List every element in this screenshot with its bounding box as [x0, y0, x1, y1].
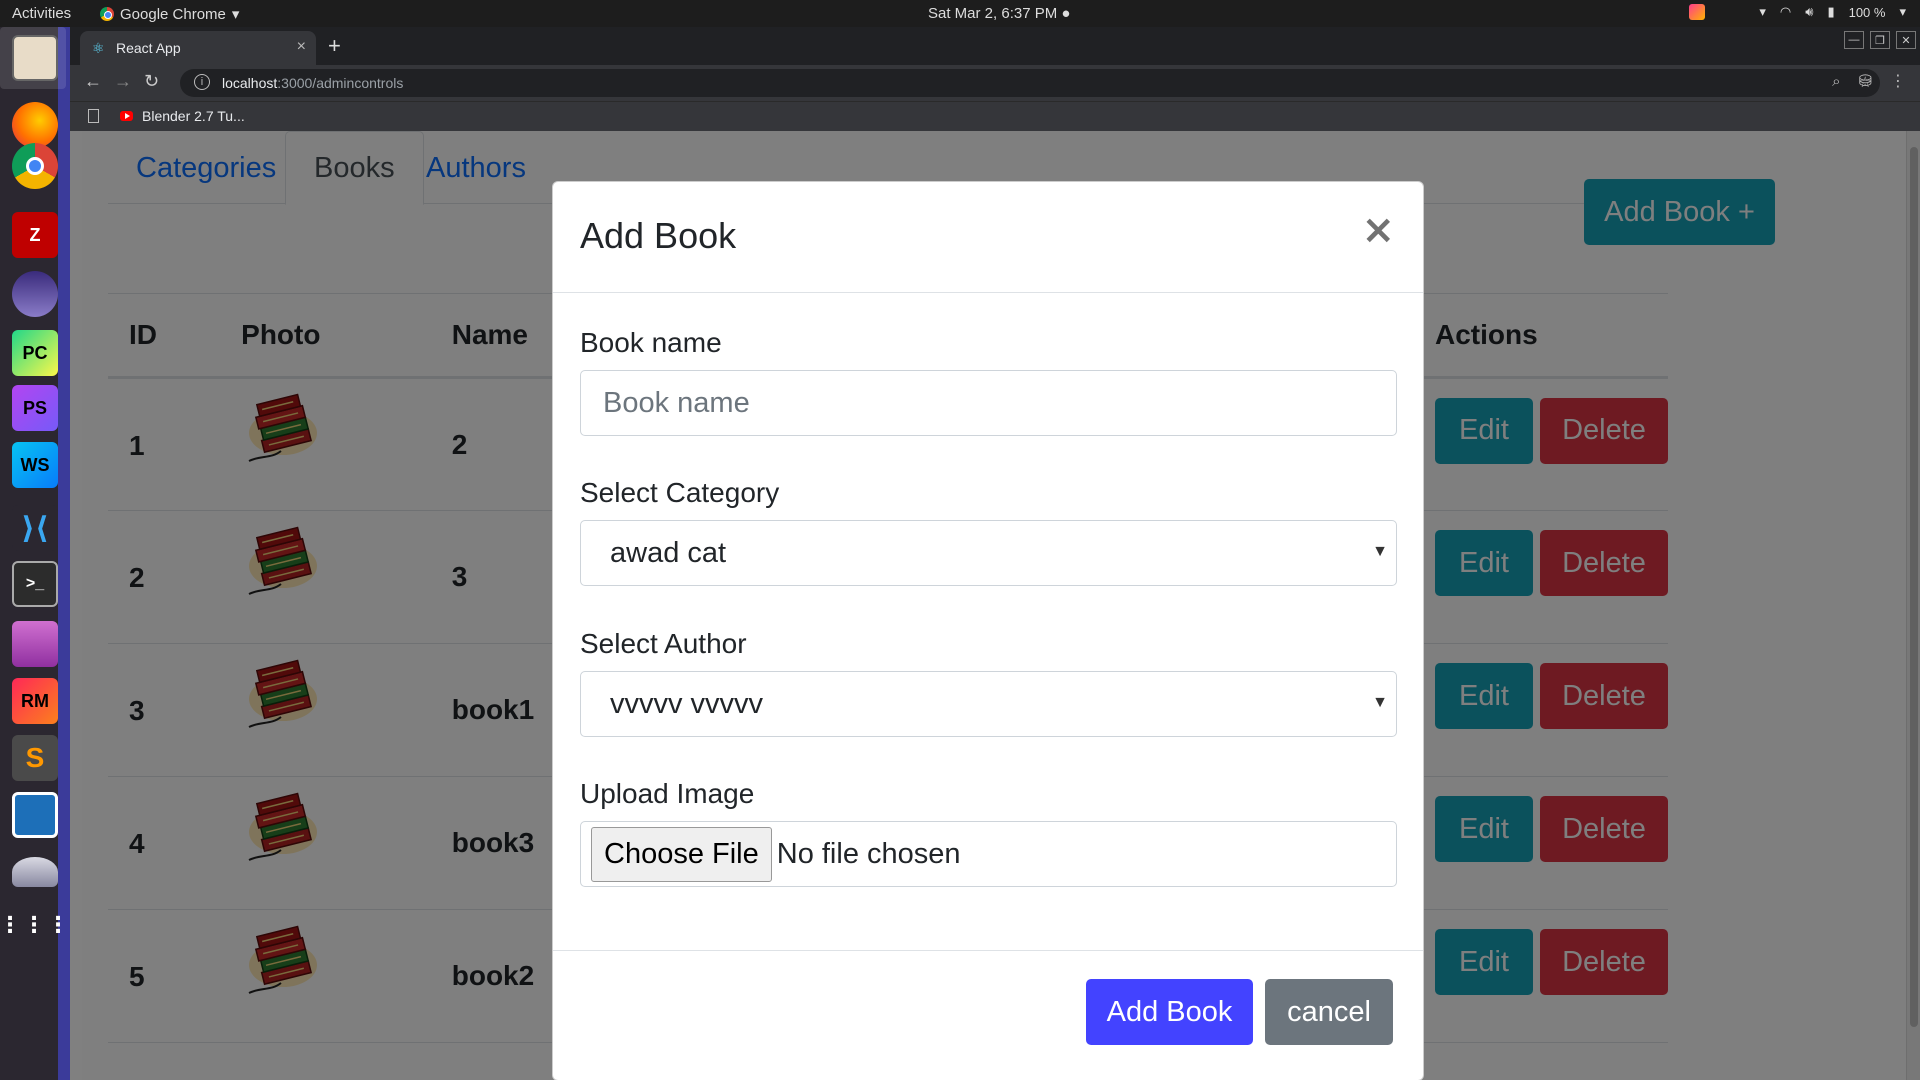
chevron-down-icon: ▾: [231, 6, 240, 23]
url-path: :3000/admincontrols: [277, 75, 404, 91]
dropdown-arrow-icon: ▼: [1372, 543, 1388, 560]
system-top-bar: Activities Google Chrome ▾ Sat Mar 2, 6:…: [0, 0, 1920, 27]
chevron-down-icon: ▾: [1759, 4, 1766, 19]
url-host: localhost: [222, 75, 278, 91]
window-controls: — ❐ ✕: [1844, 31, 1916, 49]
close-icon[interactable]: ×: [1361, 210, 1395, 250]
menu-kebab-icon[interactable]: ⋮: [1890, 71, 1906, 91]
app-menu[interactable]: Google Chrome ▾: [100, 5, 239, 23]
eclipse-icon[interactable]: [12, 271, 58, 317]
cancel-button[interactable]: cancel: [1265, 979, 1393, 1045]
clock-text: Sat Mar 2, 6:37 PM: [928, 5, 1058, 22]
modal-body: Book name Book name Select Category awad…: [553, 293, 1423, 951]
firefox-icon[interactable]: [12, 102, 58, 148]
category-select[interactable]: awad cat ▼: [580, 520, 1397, 586]
sublime-text-icon[interactable]: S: [12, 735, 58, 781]
youtube-icon: [120, 111, 133, 121]
address-bar[interactable]: i localhost:3000/admincontrols ⌕ ☆: [180, 69, 1880, 97]
tab-title: React App: [116, 40, 181, 56]
files-icon[interactable]: [12, 35, 58, 81]
browser-toolbar: ← → ↻ i localhost:3000/admincontrols ⌕ ☆…: [70, 65, 1920, 101]
dropdown-arrow-icon: ▼: [1372, 694, 1388, 711]
activities-button[interactable]: Activities: [12, 5, 71, 22]
remote-desktop-icon[interactable]: [12, 792, 58, 838]
browser-frame: ⚛ React App × + — ❐ ✕ ← → ↻ i localhost:…: [70, 27, 1920, 131]
clock[interactable]: Sat Mar 2, 6:37 PM ●: [928, 5, 1070, 22]
page-viewport: Categories Books Authors Add Book + ID P…: [82, 131, 1920, 1080]
page-icon[interactable]: [88, 109, 99, 123]
choose-file-button[interactable]: Choose File: [591, 826, 772, 882]
reload-icon[interactable]: ↻: [144, 71, 159, 92]
wifi-icon: ◠: [1779, 4, 1792, 19]
filezilla-icon[interactable]: Z: [12, 212, 58, 258]
book-name-placeholder: Book name: [603, 386, 750, 419]
chevron-down-icon: ▾: [1899, 4, 1906, 19]
back-icon[interactable]: ←: [84, 71, 102, 92]
book-name-input[interactable]: Book name: [580, 370, 1397, 436]
system-tray[interactable]: ▾ ◠ 🔊︎ ▮ 100 % ▾: [1689, 4, 1906, 20]
add-book-submit-button[interactable]: Add Book: [1086, 979, 1253, 1045]
zoom-icon[interactable]: ⌕: [1832, 73, 1840, 91]
category-selected-value: awad cat: [610, 536, 727, 569]
restore-icon[interactable]: ❐: [1870, 31, 1890, 49]
vscode-icon[interactable]: ⟩⟨: [12, 505, 58, 551]
webstorm-icon[interactable]: WS: [12, 442, 58, 488]
disk-drive-icon[interactable]: [12, 857, 58, 887]
modal-header: Add Book ×: [553, 182, 1423, 293]
battery-icon: ▮: [1827, 4, 1835, 19]
app-name: Google Chrome: [120, 5, 226, 23]
site-info-icon[interactable]: i: [194, 74, 210, 90]
minimize-icon[interactable]: —: [1844, 31, 1864, 49]
chrome-dock-icon[interactable]: [12, 143, 58, 189]
close-window-icon[interactable]: ✕: [1896, 31, 1916, 49]
new-tab-button[interactable]: +: [328, 33, 341, 59]
bookmarks-bar: Blender 2.7 Tu...: [70, 101, 1920, 131]
application-dock: Z PC PS WS ⟩⟨ >_ RM S ⋮⋮⋮: [0, 27, 70, 1080]
close-tab-icon[interactable]: ×: [297, 38, 306, 56]
rubymine-icon[interactable]: RM: [12, 678, 58, 724]
author-select[interactable]: vvvvv vvvvv ▼: [580, 671, 1397, 737]
app-grid-icon[interactable]: ⋮⋮⋮: [0, 902, 69, 948]
upload-image-label: Upload Image: [580, 778, 755, 809]
extension-icon[interactable]: ⛁: [1859, 71, 1872, 91]
browser-tab[interactable]: ⚛ React App ×: [80, 31, 316, 65]
modal-title: Add Book: [580, 215, 737, 256]
category-label: Select Category: [580, 477, 780, 508]
battery-percent: 100 %: [1848, 4, 1886, 20]
image-file-input[interactable]: Choose File No file chosen: [580, 821, 1397, 887]
react-icon: ⚛: [92, 40, 105, 56]
bookmark-item[interactable]: Blender 2.7 Tu...: [142, 108, 245, 124]
screenshot-tool-icon[interactable]: [12, 621, 58, 667]
modal-footer: Add Book cancel: [553, 951, 1423, 1080]
forward-icon[interactable]: →: [114, 71, 132, 92]
url-text: localhost:3000/admincontrols: [222, 75, 403, 91]
add-book-modal: Add Book × Book name Book name Select Ca…: [552, 181, 1424, 1080]
extension-area: ⛁ ⋮: [1859, 71, 1906, 91]
phpstorm-icon[interactable]: PS: [12, 385, 58, 431]
chrome-icon: [100, 7, 114, 21]
terminal-icon[interactable]: >_: [12, 561, 58, 607]
author-selected-value: vvvvv vvvvv: [610, 687, 764, 720]
pycharm-icon[interactable]: PC: [12, 330, 58, 376]
volume-icon: 🔊︎: [1805, 4, 1814, 19]
author-label: Select Author: [580, 628, 747, 659]
file-status: No file chosen: [776, 837, 961, 870]
book-name-label: Book name: [580, 327, 722, 358]
tray-app-icon: [1689, 4, 1706, 20]
